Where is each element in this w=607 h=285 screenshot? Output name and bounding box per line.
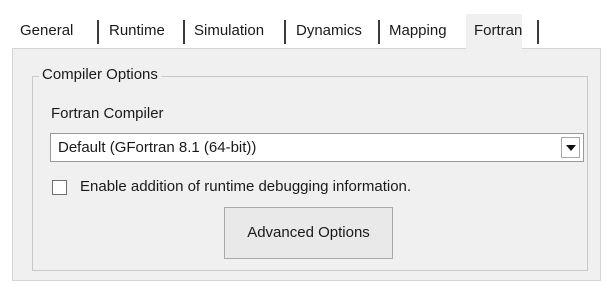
fortran-compiler-label: Fortran Compiler xyxy=(51,105,164,122)
tab-separator xyxy=(284,20,286,44)
debug-info-checkbox-label[interactable]: Enable addition of runtime debugging inf… xyxy=(80,176,411,198)
tab-separator xyxy=(97,20,99,44)
tab-separator xyxy=(378,20,380,44)
fortran-compiler-select[interactable]: Default (GFortran 8.1 (64-bit)) xyxy=(50,133,584,162)
tab-fortran[interactable]: Fortran xyxy=(466,14,523,50)
debug-info-checkbox[interactable] xyxy=(52,180,67,195)
advanced-options-button[interactable]: Advanced Options xyxy=(224,207,393,259)
chevron-down-icon xyxy=(566,145,576,151)
tab-runtime[interactable]: Runtime xyxy=(109,14,165,48)
tab-mapping[interactable]: Mapping xyxy=(389,14,447,48)
compiler-options-title: Compiler Options xyxy=(39,64,161,86)
fortran-compiler-value: Default (GFortran 8.1 (64-bit)) xyxy=(58,139,257,156)
dropdown-button[interactable] xyxy=(561,137,580,158)
tab-simulation[interactable]: Simulation xyxy=(194,14,264,48)
tab-separator xyxy=(537,20,539,44)
tab-separator xyxy=(183,20,185,44)
tab-general[interactable]: General xyxy=(20,14,73,48)
tab-dynamics[interactable]: Dynamics xyxy=(296,14,362,48)
